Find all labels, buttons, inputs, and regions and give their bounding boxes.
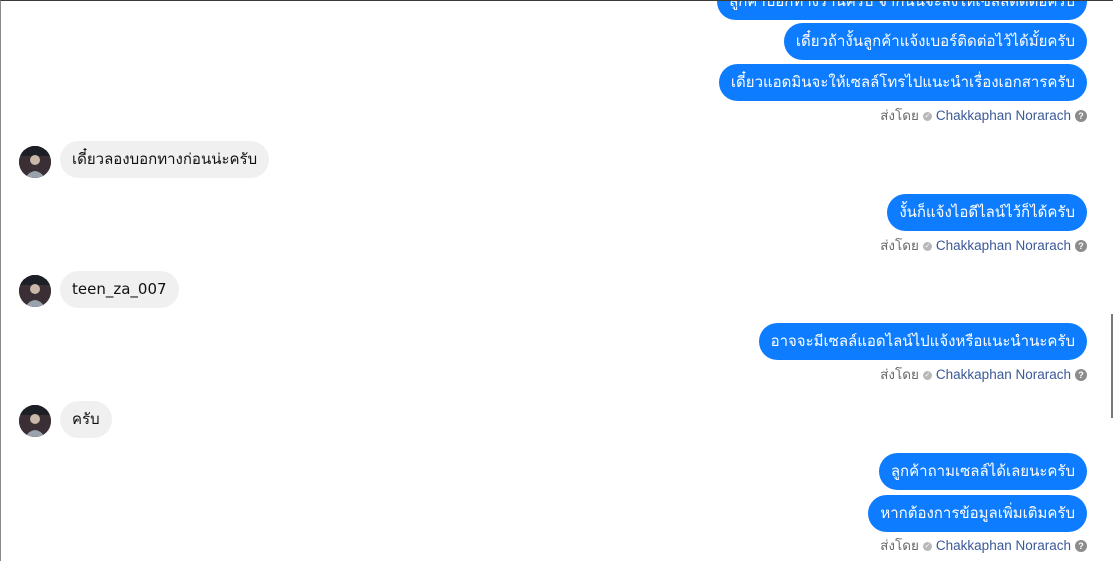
sender-name-link[interactable]: Chakkaphan Norarach bbox=[936, 366, 1071, 384]
outgoing-message[interactable]: เดี๋ยวถ้างั้นลูกค้าแจ้งเบอร์ติดต่อไว้ได้… bbox=[783, 23, 1087, 60]
check-icon: ✓ bbox=[922, 111, 932, 121]
sent-by-label: ส่งโดย bbox=[880, 367, 919, 382]
chat-thread: ลูกค้าบอกทางร้านครับ จากนั้นจะส่งให้เซลล… bbox=[0, 0, 1113, 561]
incoming-message[interactable]: เดี๋ยวลองบอกทางก่อนน่ะครับ bbox=[60, 141, 270, 178]
sent-by-label: ส่งโดย bbox=[880, 238, 919, 253]
outgoing-message[interactable]: เดี๋ยวแอดมินจะให้เซลล์โทรไปแนะนำเรื่องเอ… bbox=[718, 64, 1087, 101]
sent-by-info: ส่งโดย ✓ Chakkaphan Norarach ? bbox=[880, 107, 1087, 125]
sent-by-label: ส่งโดย bbox=[880, 108, 919, 123]
outgoing-message[interactable]: ลูกค้าถามเซลล์ได้เลยนะครับ bbox=[878, 453, 1087, 490]
avatar[interactable] bbox=[19, 405, 51, 437]
incoming-message[interactable]: ครับ bbox=[60, 401, 112, 438]
help-icon[interactable]: ? bbox=[1075, 110, 1087, 122]
sender-name-link[interactable]: Chakkaphan Norarach bbox=[936, 237, 1071, 255]
incoming-message[interactable]: teen_za_007 bbox=[60, 271, 179, 308]
sent-by-label: ส่งโดย bbox=[880, 538, 919, 553]
sent-by-info: ส่งโดย ✓ Chakkaphan Norarach ? bbox=[880, 366, 1087, 384]
avatar[interactable] bbox=[19, 146, 51, 178]
check-icon: ✓ bbox=[922, 370, 932, 380]
check-icon: ✓ bbox=[922, 241, 932, 251]
sent-by-info: ส่งโดย ✓ Chakkaphan Norarach ? bbox=[880, 537, 1087, 555]
outgoing-message[interactable]: งั้นก็แจ้งไอดีไลน์ไว้ก็ได้ครับ bbox=[887, 194, 1087, 231]
sender-name-link[interactable]: Chakkaphan Norarach bbox=[936, 537, 1071, 555]
check-icon: ✓ bbox=[922, 541, 932, 551]
help-icon[interactable]: ? bbox=[1075, 540, 1087, 552]
outgoing-message[interactable]: อาจจะมีเซลล์แอดไลน์ไปแจ้งหรือแนะนำนะครับ bbox=[758, 323, 1087, 360]
help-icon[interactable]: ? bbox=[1075, 240, 1087, 252]
outgoing-message[interactable]: หากต้องการข้อมูลเพิ่มเติมครับ bbox=[868, 495, 1087, 532]
sent-by-info: ส่งโดย ✓ Chakkaphan Norarach ? bbox=[880, 237, 1087, 255]
sender-name-link[interactable]: Chakkaphan Norarach bbox=[936, 107, 1071, 125]
outgoing-message[interactable]: ลูกค้าบอกทางร้านครับ จากนั้นจะส่งให้เซลล… bbox=[717, 1, 1087, 20]
avatar[interactable] bbox=[19, 275, 51, 307]
help-icon[interactable]: ? bbox=[1075, 369, 1087, 381]
